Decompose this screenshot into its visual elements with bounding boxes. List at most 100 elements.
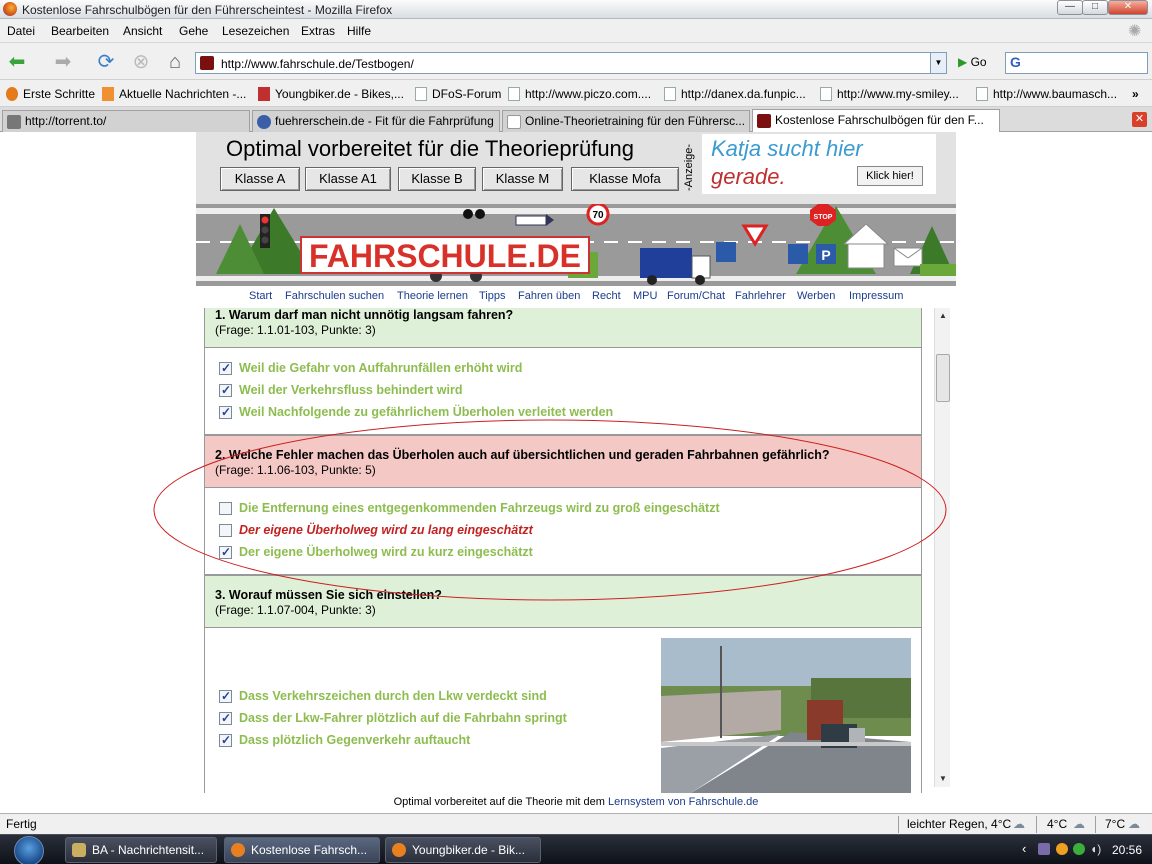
question-header: 2. Welche Fehler machen das Überholen au…: [205, 436, 921, 488]
answer-checkbox[interactable]: [219, 383, 232, 397]
klasse-a1-button[interactable]: Klasse A1: [305, 167, 391, 191]
menu-hilfe[interactable]: Hilfe: [347, 24, 371, 38]
bookmarks-overflow-icon[interactable]: »: [1132, 87, 1139, 101]
answer-checkbox[interactable]: [219, 361, 232, 375]
answer-text: Weil der Verkehrsfluss behindert wird: [239, 383, 463, 397]
window-title: Kostenlose Fahrschulbögen für den Führer…: [22, 3, 393, 17]
answer-checkbox[interactable]: [219, 405, 232, 419]
maximize-button[interactable]: □: [1082, 0, 1108, 15]
nav-link-impressum[interactable]: Impressum: [849, 290, 903, 302]
klasse-b-button[interactable]: Klasse B: [398, 167, 476, 191]
nav-link-theorie-lernen[interactable]: Theorie lernen: [397, 290, 468, 302]
back-icon[interactable]: ⬅: [4, 49, 30, 75]
status-bar: Fertig leichter Regen, 4°C ☁ 4°C ☁ 7°C ☁: [0, 813, 1152, 834]
answer-text: Dass der Lkw-Fahrer plötzlich auf die Fa…: [239, 711, 567, 725]
page-viewport: Optimal vorbereitet für die Theorieprüfu…: [0, 132, 1152, 813]
frame-scrollbar[interactable]: ▲ ▼: [934, 308, 950, 787]
answer-checkbox[interactable]: [219, 733, 232, 747]
tab-fuehrerschein[interactable]: fuehrerschein.de - Fit für die Fahrprüfu…: [252, 110, 500, 132]
advertisement[interactable]: Katja sucht hier gerade. Klick hier!: [702, 134, 936, 194]
nav-link-fahrschulen-suchen[interactable]: Fahrschulen suchen: [285, 290, 384, 302]
scroll-down-icon[interactable]: ▼: [935, 771, 951, 787]
answer-checkbox[interactable]: [219, 524, 232, 537]
tab-online-theorietraining[interactable]: Online-Theorietraining für den Führersc.…: [502, 110, 750, 132]
footer-link[interactable]: Lernsystem von Fahrschule.de: [608, 796, 758, 808]
ad-label: -Anzeige-: [683, 143, 695, 191]
url-bar[interactable]: http://www.fahrschule.de/Testbogen/ ▼: [195, 52, 947, 74]
answer-checkbox[interactable]: [219, 545, 232, 559]
menu-datei[interactable]: Datei: [7, 24, 35, 38]
weather-tomorrow[interactable]: 4°C: [1047, 817, 1067, 831]
weather-day-after[interactable]: 7°C: [1105, 817, 1125, 831]
go-button[interactable]: ▶ Go: [958, 55, 987, 69]
tab-fahrschulboegen[interactable]: Kostenlose Fahrschulbögen für den F...: [752, 109, 1000, 133]
nav-link-fahren-ueben[interactable]: Fahren üben: [518, 290, 580, 302]
tray-icon[interactable]: [1056, 843, 1068, 855]
menu-bearbeiten[interactable]: Bearbeiten: [51, 24, 109, 38]
nav-link-forum-chat[interactable]: Forum/Chat: [667, 290, 725, 302]
ad-click-button[interactable]: Klick hier!: [857, 166, 923, 186]
answer-text: Der eigene Überholweg wird zu kurz einge…: [239, 545, 533, 559]
answer-checkbox[interactable]: [219, 689, 232, 703]
answer-checkbox[interactable]: [219, 711, 232, 725]
answer-text: Dass Verkehrszeichen durch den Lkw verde…: [239, 689, 547, 703]
tab-favicon: [257, 115, 271, 129]
taskbar-item-youngbiker[interactable]: Youngbiker.de - Bik...: [385, 837, 541, 863]
taskbar: BA - Nachrichtensit... Kostenlose Fahrsc…: [0, 834, 1152, 864]
menu-lesezeichen[interactable]: Lesezeichen: [222, 24, 289, 38]
klasse-a-button[interactable]: Klasse A: [220, 167, 300, 191]
menu-ansicht[interactable]: Ansicht: [123, 24, 162, 38]
bookmark-aktuelle-nachrichten[interactable]: Aktuelle Nachrichten -...: [102, 87, 246, 101]
weather-icon: ☁: [1128, 817, 1140, 831]
nav-link-mpu[interactable]: MPU: [633, 290, 657, 302]
bookmark-baumasch[interactable]: http://www.baumasch...: [976, 87, 1117, 101]
nav-link-fahrlehrer[interactable]: Fahrlehrer: [735, 290, 786, 302]
nav-link-recht[interactable]: Recht: [592, 290, 621, 302]
status-divider: [898, 816, 899, 833]
bookmark-erste-schritte[interactable]: Erste Schritte: [6, 87, 95, 101]
taskbar-item-ba[interactable]: BA - Nachrichtensit...: [65, 837, 217, 863]
status-divider: [1095, 816, 1096, 833]
nav-link-tipps[interactable]: Tipps: [479, 290, 506, 302]
bookmark-piczo[interactable]: http://www.piczo.com....: [508, 87, 651, 101]
fahrschule-logo[interactable]: FAHRSCHULE.DE: [300, 236, 590, 274]
tray-expand-icon[interactable]: ‹: [1022, 841, 1026, 856]
menu-extras[interactable]: Extras: [301, 24, 335, 38]
answer-checkbox[interactable]: [219, 502, 232, 515]
nav-link-werben[interactable]: Werben: [797, 290, 835, 302]
menu-gehe[interactable]: Gehe: [179, 24, 208, 38]
close-tab-icon[interactable]: ✕: [1132, 112, 1147, 127]
klasse-m-button[interactable]: Klasse M: [482, 167, 563, 191]
minimize-button[interactable]: —: [1057, 0, 1083, 15]
clock[interactable]: 20:56: [1112, 843, 1142, 857]
tray-icon[interactable]: [1038, 843, 1050, 855]
scroll-up-icon[interactable]: ▲: [935, 308, 951, 324]
volume-icon[interactable]: ◖): [1090, 842, 1101, 856]
header-headline: Optimal vorbereitet für die Theorieprüfu…: [226, 136, 635, 161]
search-field[interactable]: G: [1005, 52, 1148, 74]
close-button[interactable]: ✕: [1108, 0, 1148, 15]
reload-icon[interactable]: ⟳: [93, 49, 119, 75]
bookmark-youngbiker[interactable]: Youngbiker.de - Bikes,...: [258, 87, 404, 101]
forward-icon[interactable]: ➡: [50, 49, 76, 75]
bookmark-my-smiley[interactable]: http://www.my-smiley...: [820, 87, 959, 101]
taskbar-item-fahrschule[interactable]: Kostenlose Fahrsch...: [224, 837, 380, 863]
bookmark-danex[interactable]: http://danex.da.funpic...: [664, 87, 806, 101]
folder-icon: [72, 843, 86, 857]
klasse-mofa-button[interactable]: Klasse Mofa: [571, 167, 679, 191]
weather-today[interactable]: leichter Regen, 4°C: [907, 817, 1011, 831]
tab-torrent[interactable]: http://torrent.to/: [2, 110, 250, 132]
tray-icon[interactable]: [1073, 843, 1085, 855]
tab-label: Kostenlose Fahrschulbögen für den F...: [775, 113, 984, 127]
home-icon[interactable]: ⌂: [162, 49, 188, 75]
stop-icon[interactable]: ⊗: [128, 49, 154, 75]
url-dropdown-icon[interactable]: ▼: [930, 53, 946, 73]
answer-text: Weil Nachfolgende zu gefährlichem Überho…: [239, 405, 614, 419]
answer-text: Die Entfernung eines entgegenkommenden F…: [239, 501, 720, 515]
bookmark-dfos-forum[interactable]: DFoS-Forum: [415, 87, 501, 101]
question-meta: (Frage: 1.1.07-004, Punkte: 3): [215, 603, 376, 617]
bookmarks-toolbar: Erste Schritte Aktuelle Nachrichten -...…: [0, 80, 1152, 107]
nav-link-start[interactable]: Start: [249, 290, 272, 302]
start-button[interactable]: [14, 836, 44, 864]
scroll-thumb[interactable]: [936, 354, 950, 402]
